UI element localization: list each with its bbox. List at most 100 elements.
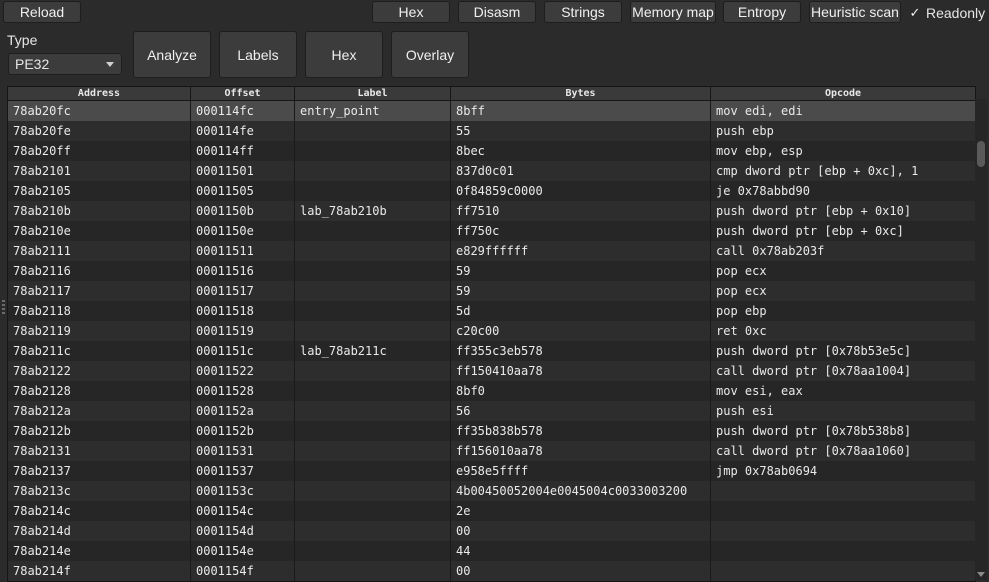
table-row[interactable]: 78ab2131 00011531 ff156010aa78 call dword p… — [8, 441, 975, 461]
table-row[interactable]: 78ab213c 0001153c 4b00450052004e0045004c00… — [8, 481, 975, 501]
cell-opcode — [711, 561, 975, 581]
cell-opcode: push dword ptr [0x78b53e5c] — [716, 344, 912, 358]
cell-bytes: 5d — [451, 301, 711, 321]
column-header-address[interactable]: Address — [8, 87, 191, 100]
cell-address: 78ab210e — [8, 221, 191, 241]
table-row[interactable]: 78ab212a 0001152a 56 push esi — [8, 401, 975, 421]
table-row[interactable]: 78ab210b 0001150b lab_78ab210b ff7510 push d… — [8, 201, 975, 221]
resize-handle[interactable] — [2, 300, 5, 316]
tab-heuristic-scan[interactable]: Heuristic scan — [809, 1, 901, 23]
cell-opcode: push dword ptr [ebp + 0x10] — [716, 204, 912, 218]
table-row[interactable]: 78ab20fe 000114fe 55 push ebp — [8, 121, 975, 141]
cell-bytes: 59 — [451, 281, 711, 301]
table-row[interactable]: 78ab2118 00011518 5d pop ebp — [8, 301, 975, 321]
labels-button[interactable]: Labels — [219, 31, 297, 78]
cell-address: 78ab212a — [8, 401, 191, 421]
cell-opcode: push ebp — [716, 124, 774, 138]
readonly-checkbox[interactable]: ✓ — [909, 6, 921, 19]
disasm-table[interactable]: Address Offset Label Bytes Opcode 78ab20… — [7, 86, 976, 582]
cell-bytes: 44 — [451, 541, 711, 561]
cell-bytes: ff750c — [451, 221, 711, 241]
table-row[interactable]: 78ab2105 00011505 0f84859c0000 je 0x78abbd9… — [8, 181, 975, 201]
readonly-toggle[interactable]: ✓ Readonly — [909, 3, 986, 23]
cell-label — [295, 181, 451, 201]
cell-label: entry_point — [295, 101, 451, 121]
cell-offset: 00011522 — [191, 361, 295, 381]
cell-opcode: call dword ptr [0x78aa1004] — [716, 364, 912, 378]
cell-bytes: 55 — [451, 121, 711, 141]
cell-label — [295, 121, 451, 141]
cell-label — [295, 281, 451, 301]
column-header-label[interactable]: Label — [295, 87, 451, 100]
table-row[interactable]: 78ab2116 00011516 59 pop ecx — [8, 261, 975, 281]
cell-address: 78ab2116 — [8, 261, 191, 281]
cell-address: 78ab2128 — [8, 381, 191, 401]
table-row[interactable]: 78ab211c 0001151c lab_78ab211c ff355c3eb578… — [8, 341, 975, 361]
cell-bytes: c20c00 — [451, 321, 711, 341]
cell-opcode: push dword ptr [ebp + 0xc] — [716, 224, 904, 238]
analyze-button[interactable]: Analyze — [133, 31, 211, 78]
cell-bytes: 0f84859c0000 — [451, 181, 711, 201]
overlay-button[interactable]: Overlay — [391, 31, 469, 78]
column-header-offset[interactable]: Offset — [191, 87, 295, 100]
cell-offset: 00011528 — [191, 381, 295, 401]
table-row[interactable]: 78ab210e 0001150e ff750c push dword ptr [eb… — [8, 221, 975, 241]
cell-opcode — [711, 521, 975, 541]
cell-bytes: e829ffffff — [451, 241, 711, 261]
cell-offset: 00011517 — [191, 281, 295, 301]
table-row[interactable]: 78ab2119 00011519 c20c00 ret 0xc — [8, 321, 975, 341]
cell-bytes: ff355c3eb578 — [451, 341, 711, 361]
hex-button[interactable]: Hex — [305, 31, 383, 78]
reload-button[interactable]: Reload — [3, 1, 81, 23]
cell-address: 78ab214f — [8, 561, 191, 581]
table-body: 78ab20fc 000114fc entry_point 8bff mov edi, … — [8, 101, 975, 581]
cell-address: 78ab214c — [8, 501, 191, 521]
cell-opcode — [711, 501, 975, 521]
table-row[interactable]: 78ab2111 00011511 e829ffffff call 0x78ab203… — [8, 241, 975, 261]
table-row[interactable]: 78ab20fc 000114fc entry_point 8bff mov edi, … — [8, 101, 975, 121]
table-row[interactable]: 78ab2137 00011537 e958e5ffff jmp 0x78ab0694 — [8, 461, 975, 481]
tab-disasm[interactable]: Disasm — [458, 1, 536, 23]
cell-bytes: 8bf0 — [451, 381, 711, 401]
scroll-down-arrow-icon[interactable] — [977, 572, 985, 577]
tab-strings[interactable]: Strings — [544, 1, 622, 23]
cell-address: 78ab213c — [8, 481, 191, 501]
column-header-bytes[interactable]: Bytes — [451, 87, 711, 100]
cell-address: 78ab2111 — [8, 241, 191, 261]
tab-memory-map[interactable]: Memory map — [630, 1, 716, 23]
cell-label — [295, 301, 451, 321]
vertical-scrollbar[interactable] — [975, 99, 987, 580]
table-row[interactable]: 78ab214e 0001154e 44 — [8, 541, 975, 561]
cell-address: 78ab211c — [8, 341, 191, 361]
cell-label — [295, 541, 451, 561]
chevron-down-icon — [106, 62, 114, 67]
table-row[interactable]: 78ab2117 00011517 59 pop ecx — [8, 281, 975, 301]
cell-opcode: pop ecx — [716, 264, 767, 278]
cell-opcode: mov ebp, esp — [716, 144, 803, 158]
table-row[interactable]: 78ab212b 0001152b ff35b838b578 push dword p… — [8, 421, 975, 441]
cell-bytes: ff7510 — [451, 201, 711, 221]
cell-label — [295, 361, 451, 381]
scrollbar-thumb[interactable] — [977, 141, 985, 167]
cell-label — [295, 521, 451, 541]
table-row[interactable]: 78ab2122 00011522 ff150410aa78 call dword p… — [8, 361, 975, 381]
type-select[interactable]: PE32 — [8, 53, 122, 75]
cell-bytes: 4b00450052004e0045004c0033003200 — [451, 481, 711, 501]
tab-entropy[interactable]: Entropy — [723, 1, 801, 23]
cell-bytes: ff150410aa78 — [451, 361, 711, 381]
tab-hex[interactable]: Hex — [372, 1, 450, 23]
table-row[interactable]: 78ab2101 00011501 837d0c01 cmp dword ptr [e… — [8, 161, 975, 181]
cell-offset: 0001154c — [191, 501, 295, 521]
cell-opcode: pop ecx — [716, 284, 767, 298]
table-row[interactable]: 78ab2128 00011528 8bf0 mov esi, eax — [8, 381, 975, 401]
table-row[interactable]: 78ab20ff 000114ff 8bec mov ebp, esp — [8, 141, 975, 161]
column-header-opcode[interactable]: Opcode — [711, 87, 975, 100]
table-row[interactable]: 78ab214f 0001154f 00 — [8, 561, 975, 581]
cell-label — [295, 241, 451, 261]
cell-offset: 0001150b — [191, 201, 295, 221]
cell-offset: 0001154e — [191, 541, 295, 561]
cell-opcode: pop ebp — [716, 304, 767, 318]
table-row[interactable]: 78ab214d 0001154d 00 — [8, 521, 975, 541]
table-row[interactable]: 78ab214c 0001154c 2e — [8, 501, 975, 521]
cell-offset: 00011531 — [191, 441, 295, 461]
